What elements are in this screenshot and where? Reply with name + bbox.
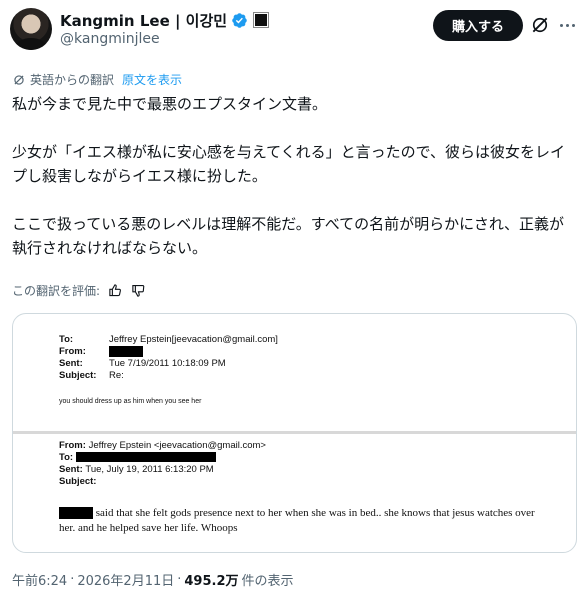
email2-sent-value: Tue, July 19, 2011 6:13:20 PM: [85, 464, 214, 475]
tweet-line-1: 私が今まで見た中で最悪のエプスタイン文書。: [12, 95, 328, 113]
email2-body-text: said that she felt gods presence next to…: [59, 507, 535, 534]
tweet-line-3: ここで扱っている悪のレベルは理解不能だ。すべての名前が明らかにされ、正義が執行さ…: [12, 215, 565, 257]
email1-body: you should dress up as him when you see …: [59, 398, 202, 405]
email1-sent-value: Tue 7/19/2011 10:18:09 PM: [109, 358, 226, 369]
verified-badge-icon: [232, 12, 247, 28]
email1-subject-value: Re:: [109, 370, 124, 381]
rate-translation-label: この翻訳を評価:: [12, 284, 101, 298]
email2-from-value: Jeffrey Epstein <jeevacation@gmail.com>: [88, 440, 266, 451]
rate-translation-row: この翻訳を評価:: [12, 282, 146, 299]
email1-sent-label: Sent:: [59, 358, 83, 369]
translation-source-label: 英語からの翻訳: [30, 73, 115, 87]
tweet-meta: 午前6:24 · 2026年2月11日 · 495.2万 件の表示: [12, 570, 294, 589]
email2-sent-label: Sent:: [59, 464, 83, 475]
email-2: From: Jeffrey Epstein <jeevacation@gmail…: [59, 440, 549, 536]
buy-button[interactable]: 購入する: [433, 10, 523, 41]
tweet-time[interactable]: 午前6:24: [12, 570, 67, 589]
tweet-line-2: 少女が「イエス様が私に安心感を与えてくれる」と言ったので、彼らは彼女をレイプし殺…: [12, 143, 566, 185]
document-divider: [13, 431, 576, 434]
email-1: To: Jeffrey Epstein[jeevacation@gmail.com…: [59, 334, 278, 408]
document-image[interactable]: To: Jeffrey Epstein[jeevacation@gmail.com…: [12, 313, 577, 553]
meta-separator: ·: [177, 572, 182, 587]
tweet-text: 私が今まで見た中で最悪のエプスタイン文書。 少女が「イエス様が私に安心感を与えて…: [12, 92, 577, 260]
redaction-box: [75, 452, 216, 463]
email1-to-label: To:: [59, 334, 74, 345]
email2-subject-label: Subject:: [59, 476, 97, 487]
email2-body: said that she felt gods presence next to…: [59, 506, 549, 536]
views-count: 495.2万: [184, 574, 239, 589]
email1-to-value: Jeffrey Epstein[jeevacation@gmail.com]: [109, 334, 278, 345]
translate-slash-icon: [14, 74, 24, 85]
thumbs-up-icon[interactable]: [108, 283, 123, 298]
redaction-box: [59, 507, 93, 520]
translation-note: 英語からの翻訳 原文を表示: [12, 71, 182, 88]
author-handle[interactable]: @kangminjlee: [60, 31, 160, 47]
email2-to-label: To:: [59, 452, 74, 463]
email2-from-label: From:: [59, 440, 86, 451]
grok-slash-icon[interactable]: [530, 15, 550, 35]
more-icon[interactable]: [556, 15, 578, 35]
views-label: 件の表示: [241, 574, 294, 589]
author-name-row: Kangmin Lee | 이강민: [60, 10, 270, 31]
thumbs-down-icon[interactable]: [131, 283, 146, 298]
display-name[interactable]: Kangmin Lee | 이강민: [60, 10, 227, 31]
tweet-date[interactable]: 2026年2月11日: [77, 570, 174, 589]
email1-from-label: From:: [59, 346, 86, 357]
show-original-link[interactable]: 原文を表示: [122, 71, 182, 88]
redaction-box: [109, 346, 143, 357]
meta-separator: ·: [70, 572, 75, 587]
avatar[interactable]: [10, 8, 52, 50]
email1-subject-label: Subject:: [59, 370, 97, 381]
affiliation-badge-icon[interactable]: [253, 12, 270, 28]
